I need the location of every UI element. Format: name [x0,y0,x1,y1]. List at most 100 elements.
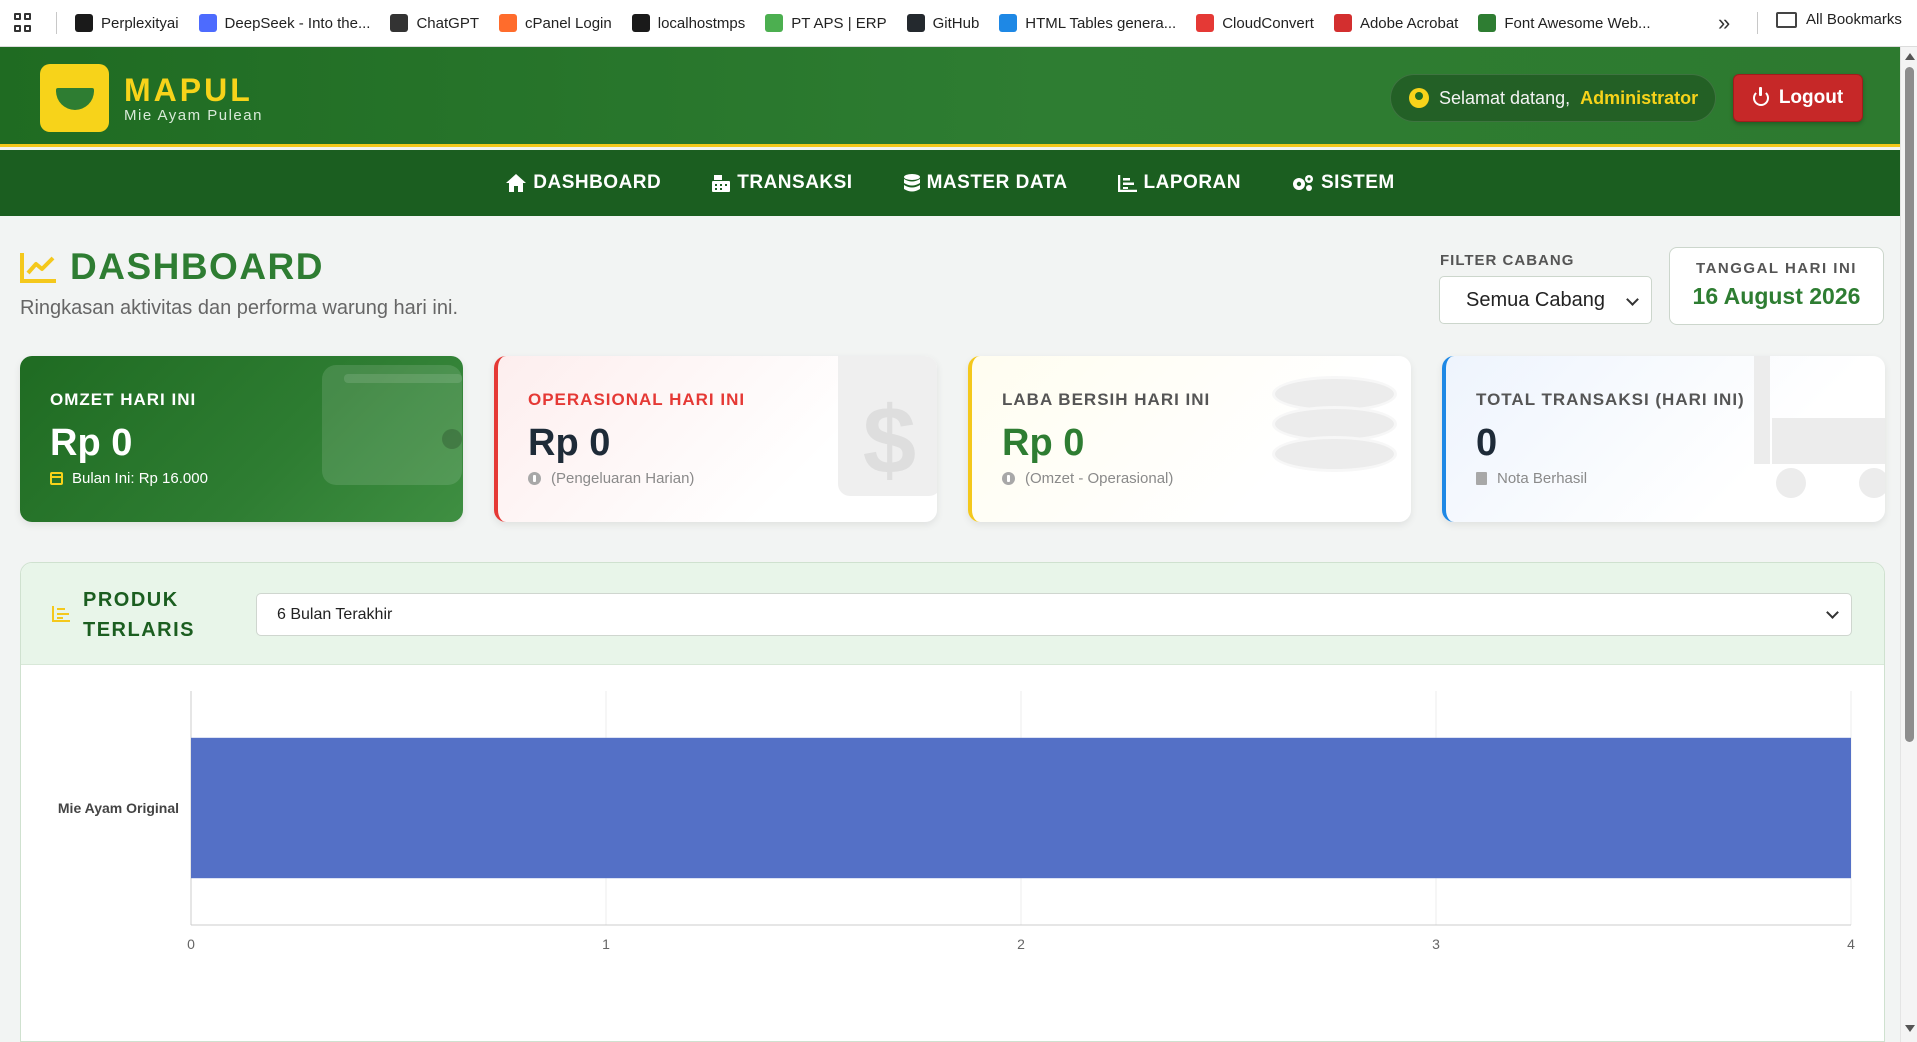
today-date-box: TANGGAL HARI INI 16 August 2026 [1669,247,1884,325]
bookmark-item[interactable]: CloudConvert [1196,14,1314,32]
panel-title: PRODUK TERLARIS [83,589,195,641]
branch-filter-value: Semua Cabang [1466,288,1605,311]
username: Administrator [1580,87,1699,108]
gears-icon [1293,175,1313,191]
bookmark-label: localhostmps [657,14,746,32]
stat-card-laba-bersih: LABA BERSIH HARI INI Rp 0 (Omzet - Opera… [968,356,1411,522]
card-note: (Omzet - Operasional) [1002,470,1173,487]
acrobat-icon [1333,14,1352,32]
apps-grid-icon[interactable] [14,13,34,33]
fontawesome-icon [1478,14,1497,32]
card-note-text: (Pengeluaran Harian) [551,470,695,487]
main-nav: DASHBOARD TRANSAKSI MASTER DATA LAPORAN … [0,150,1900,216]
logo[interactable] [40,64,109,132]
nav-item-dashboard[interactable]: DASHBOARD [505,172,661,194]
database-icon [903,174,920,192]
stat-card-total-transaksi: TOTAL TRANSAKSI (HARI INI) 0 Nota Berhas… [1442,356,1885,522]
bar-chart-icon [52,606,70,622]
card-note-text: Nota Berhasil [1497,470,1588,487]
bookmark-item[interactable]: DeepSeek - Into the... [198,14,370,32]
bookmark-label: cPanel Login [525,14,612,32]
period-select-value: 6 Bulan Terakhir [277,605,393,623]
bar [191,737,1851,879]
all-bookmarks-label: All Bookmarks [1806,11,1902,28]
category-label: Mie Ayam Original [58,800,179,816]
scroll-down-icon[interactable] [1905,1025,1915,1032]
scroll-up-icon[interactable] [1905,53,1915,60]
bowl-icon [55,85,94,111]
x-tick-label: 3 [1432,936,1440,952]
dollar-icon: $ [838,356,937,496]
branch-filter-select[interactable]: Semua Cabang [1439,276,1652,324]
bookmarks-list: Perplexityai DeepSeek - Into the... ChatGP… [75,14,1671,32]
bookmark-item[interactable]: GitHub [906,14,980,32]
cloudconvert-icon [1196,14,1215,32]
nav-label: SISTEM [1321,172,1395,193]
top-products-panel: PRODUK TERLARIS 6 Bulan Terakhir 0 1 2 3 4 Mi… [20,562,1885,1042]
card-value: Rp 0 [528,422,611,464]
app-header: MAPUL Mie Ayam Pulean Selamat datang, Ad… [0,47,1900,147]
panel-header: PRODUK TERLARIS 6 Bulan Terakhir [21,563,1884,665]
card-label: OMZET HARI INI [50,390,197,409]
nav-label: LAPORAN [1143,172,1241,193]
bookmark-item[interactable]: Perplexityai [75,14,179,32]
bookmark-item[interactable]: ChatGPT [390,14,479,32]
period-select[interactable]: 6 Bulan Terakhir [256,593,1852,636]
deepseek-icon [198,14,217,32]
info-icon [1002,472,1015,485]
card-value: 0 [1476,422,1498,464]
bookmarks-divider [56,12,57,34]
card-label: OPERASIONAL HARI INI [528,390,746,409]
github-icon [906,14,925,32]
cash-register-icon [712,175,731,192]
card-note: Bulan Ini: Rp 16.000 [50,470,208,487]
welcome-text: Selamat datang, [1439,87,1571,108]
bookmarks-bar: Perplexityai DeepSeek - Into the... ChatGP… [0,0,1917,47]
page-scrollbar[interactable] [1900,47,1917,1042]
x-tick-label: 4 [1847,936,1855,952]
welcome-badge: Selamat datang, Administrator [1390,74,1716,122]
logout-label: Logout [1778,87,1844,108]
bookmark-item[interactable]: localhostmps [631,14,746,32]
bookmark-label: PT APS | ERP [791,14,887,32]
card-note: (Pengeluaran Harian) [528,470,694,487]
nav-item-master-data[interactable]: MASTER DATA [903,172,1068,194]
nav-label: DASHBOARD [533,172,662,193]
home-icon [506,174,527,192]
bookmark-item[interactable]: Font Awesome Web... [1478,14,1651,32]
bookmark-label: GitHub [932,14,980,32]
x-tick-label: 1 [602,936,610,952]
chart-line-icon [1117,175,1137,192]
logout-button[interactable]: Logout [1733,74,1863,122]
card-label: TOTAL TRANSAKSI (HARI INI) [1476,390,1745,409]
top-products-chart: 0 1 2 3 4 Mie Ayam Original [58,691,1855,952]
bookmark-item[interactable]: PT APS | ERP [765,14,887,32]
bookmark-item[interactable]: Adobe Acrobat [1333,14,1458,32]
today-date-value: 16 August 2026 [1692,283,1861,309]
page-subtitle: Ringkasan aktivitas dan performa warung … [20,297,458,319]
all-bookmarks-button[interactable]: All Bookmarks [1776,11,1902,28]
bookmark-item[interactable]: cPanel Login [499,14,612,32]
nav-item-sistem[interactable]: SISTEM [1291,172,1395,194]
bookmarks-divider [1757,12,1758,34]
wallet-icon [322,365,462,485]
bookmark-item[interactable]: HTML Tables genera... [999,14,1176,32]
folder-icon [1776,11,1797,28]
power-icon [1752,87,1769,106]
nav-item-laporan[interactable]: LAPORAN [1117,172,1241,194]
nav-item-transaksi[interactable]: TRANSAKSI [711,172,852,194]
stat-card-operasional: $ OPERASIONAL HARI INI Rp 0 (Pengeluaran… [494,356,937,522]
scrollbar-thumb[interactable] [1905,67,1914,742]
bookmark-label: ChatGPT [416,14,479,32]
filter-branch-label: FILTER CABANG [1440,252,1575,269]
today-date-label: TANGGAL HARI INI [1696,260,1857,277]
x-tick-label: 0 [187,936,195,952]
localhost-icon [631,14,650,32]
chevron-down-icon [1626,293,1639,306]
more-bookmarks-icon[interactable]: » [1718,10,1730,36]
chart-line-icon [20,253,56,283]
card-note: Nota Berhasil [1476,470,1587,487]
coins-icon [1272,376,1411,496]
stat-card-omzet: OMZET HARI INI Rp 0 Bulan Ini: Rp 16.000 [20,356,463,522]
brand-subtitle: Mie Ayam Pulean [124,107,263,124]
